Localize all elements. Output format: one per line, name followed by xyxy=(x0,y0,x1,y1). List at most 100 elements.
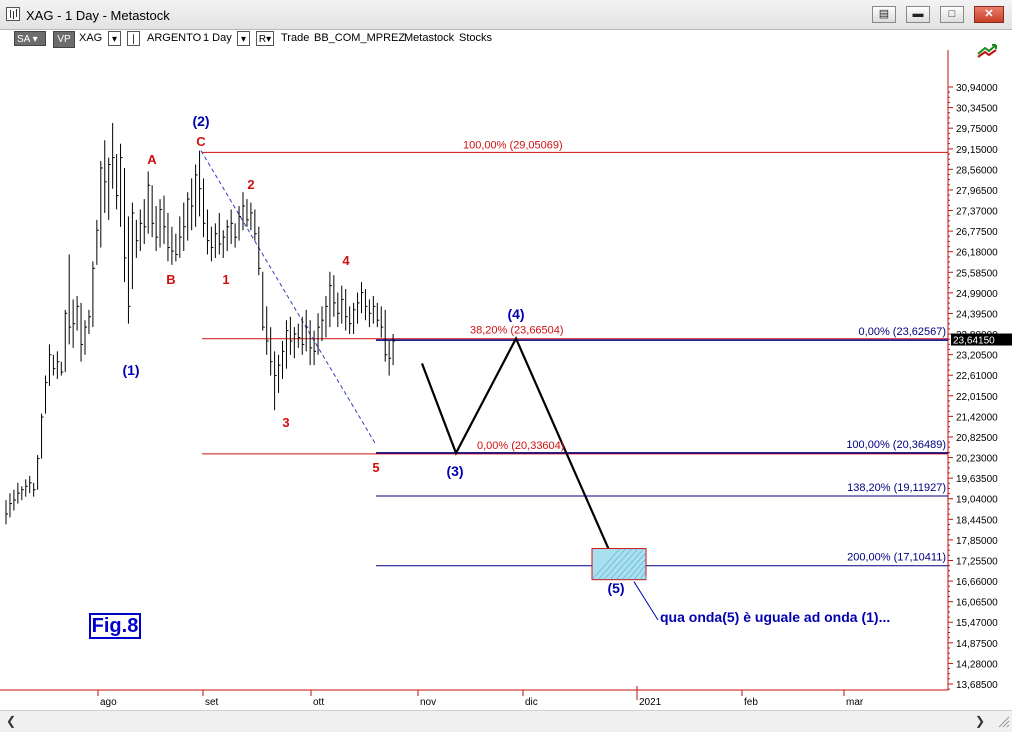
price-bar xyxy=(21,486,24,501)
price-tick-label: 28,56000 xyxy=(956,165,998,176)
wave-label-minor: 5 xyxy=(372,460,379,475)
wave-label-major: (5) xyxy=(607,580,624,596)
price-bar xyxy=(100,161,103,248)
fib-level-label: 0,00% (23,62567) xyxy=(859,326,946,338)
price-tick-label: 13,68500 xyxy=(956,680,998,691)
scroll-right-arrow-icon[interactable]: ❯ xyxy=(972,714,988,729)
price-bar xyxy=(250,202,253,231)
price-bar xyxy=(175,233,178,262)
wave-label-minor: 2 xyxy=(247,177,254,192)
price-bar xyxy=(72,299,76,348)
price-bar xyxy=(48,344,52,386)
price-bar xyxy=(349,306,352,335)
price-bar xyxy=(333,275,336,317)
price-bar xyxy=(120,143,123,227)
price-bar xyxy=(274,351,277,411)
price-bar xyxy=(80,302,84,362)
price-bar xyxy=(13,489,16,511)
price-bar xyxy=(151,185,155,238)
price-bar xyxy=(285,320,289,369)
price-bar xyxy=(9,493,12,518)
price-bar xyxy=(29,475,32,494)
price-tick-label: 27,96500 xyxy=(956,186,998,197)
price-tick-label: 29,15000 xyxy=(956,145,998,156)
price-bar xyxy=(92,261,95,328)
price-bar xyxy=(372,295,376,324)
price-bar xyxy=(376,302,380,328)
price-bar xyxy=(282,340,285,380)
price-tick-label: 22,61000 xyxy=(956,371,998,382)
scroll-left-arrow-icon[interactable]: ❮ xyxy=(3,714,19,729)
price-bar xyxy=(341,285,344,324)
fib-level-label: 0,00% (20,33604) xyxy=(477,440,564,452)
price-bar xyxy=(127,216,131,324)
trade-arrows-icon[interactable] xyxy=(976,42,998,60)
price-bar xyxy=(25,479,28,497)
time-tick-label: ago xyxy=(100,697,117,708)
price-tick-label: 20,23000 xyxy=(956,454,998,465)
price-bar xyxy=(293,327,297,359)
price-bar xyxy=(183,202,186,251)
price-bar xyxy=(187,192,190,241)
price-bar xyxy=(246,199,249,227)
price-bar xyxy=(258,226,261,276)
price-bar xyxy=(155,206,159,251)
price-tick-label: 27,37000 xyxy=(956,207,998,218)
time-tick-label: mar xyxy=(846,697,864,708)
price-bar xyxy=(33,482,36,497)
price-tick-label: 17,85000 xyxy=(956,536,998,547)
price-bar xyxy=(104,140,107,213)
price-tick-label: 19,04000 xyxy=(956,495,998,506)
price-tick-label: 26,77500 xyxy=(956,227,998,238)
horizontal-scrollbar[interactable]: ❮ ❯ xyxy=(0,710,1012,732)
price-tick-label: 15,47000 xyxy=(956,618,998,629)
price-bar xyxy=(37,455,40,490)
price-chart[interactable]: 30,94000 30,34500 29,75000 29,15000 28,56000… xyxy=(0,0,1012,710)
annotation-leader-line xyxy=(633,581,659,621)
figure-label: Fig.8 xyxy=(89,613,141,639)
price-bar xyxy=(238,206,242,241)
fib-level-label: 200,00% (17,10411) xyxy=(847,552,946,564)
price-bar xyxy=(313,330,317,366)
price-bar xyxy=(368,299,372,328)
price-bar xyxy=(131,202,135,290)
wave-label-major: (4) xyxy=(507,306,524,322)
price-bar xyxy=(171,226,174,265)
resize-grip-icon[interactable] xyxy=(996,714,1010,728)
fib-level-label: 138,20% (19,11927) xyxy=(847,482,946,494)
price-bar xyxy=(309,320,313,366)
fib-level-label: 38,20% (23,66504) xyxy=(470,325,564,337)
price-tick-label: 23,20500 xyxy=(956,351,998,362)
price-bar xyxy=(226,219,230,251)
price-bar xyxy=(388,340,392,376)
price-bar xyxy=(206,209,210,255)
price-bar xyxy=(270,327,273,376)
price-bar xyxy=(234,223,238,248)
price-bar xyxy=(163,195,166,245)
price-bar xyxy=(203,178,206,238)
fib-level-label: 100,00% (20,36489) xyxy=(846,439,946,451)
price-bar xyxy=(195,164,198,227)
price-bar xyxy=(364,289,368,321)
price-tick-label: 21,42000 xyxy=(956,412,998,423)
price-bar xyxy=(17,482,20,504)
price-bar xyxy=(116,154,119,210)
price-bar xyxy=(68,254,72,345)
price-bar xyxy=(167,212,170,262)
time-tick-label: dic xyxy=(525,697,538,708)
current-price-label: 23,64150 xyxy=(953,336,995,347)
price-bar xyxy=(84,320,87,355)
wave-label-minor: C xyxy=(196,134,206,149)
price-bar xyxy=(210,226,214,262)
price-bar xyxy=(41,413,44,459)
price-bar xyxy=(139,209,143,251)
price-tick-label: 29,75000 xyxy=(956,124,998,135)
price-bar xyxy=(5,500,8,525)
price-tick-label: 20,82500 xyxy=(956,433,998,444)
price-bar xyxy=(337,292,340,328)
wave-label-minor: B xyxy=(166,272,175,287)
price-bar xyxy=(112,122,115,189)
price-bar xyxy=(108,157,111,220)
price-bar xyxy=(325,295,328,338)
time-tick-label: ott xyxy=(313,697,324,708)
